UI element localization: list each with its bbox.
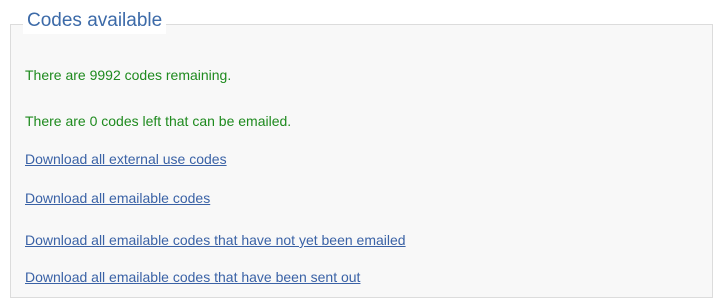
download-not-yet-emailed-codes-link[interactable]: Download all emailable codes that have n…	[25, 231, 406, 249]
download-sent-out-codes-link[interactable]: Download all emailable codes that have b…	[25, 268, 360, 286]
codes-remaining-text: There are 9992 codes remaining.	[25, 67, 232, 83]
download-emailable-codes-link[interactable]: Download all emailable codes	[25, 189, 210, 207]
download-external-codes-link[interactable]: Download all external use codes	[25, 150, 227, 168]
fieldset-legend: Codes available	[23, 8, 167, 34]
emailable-codes-left-text: There are 0 codes left that can be email…	[25, 113, 292, 129]
